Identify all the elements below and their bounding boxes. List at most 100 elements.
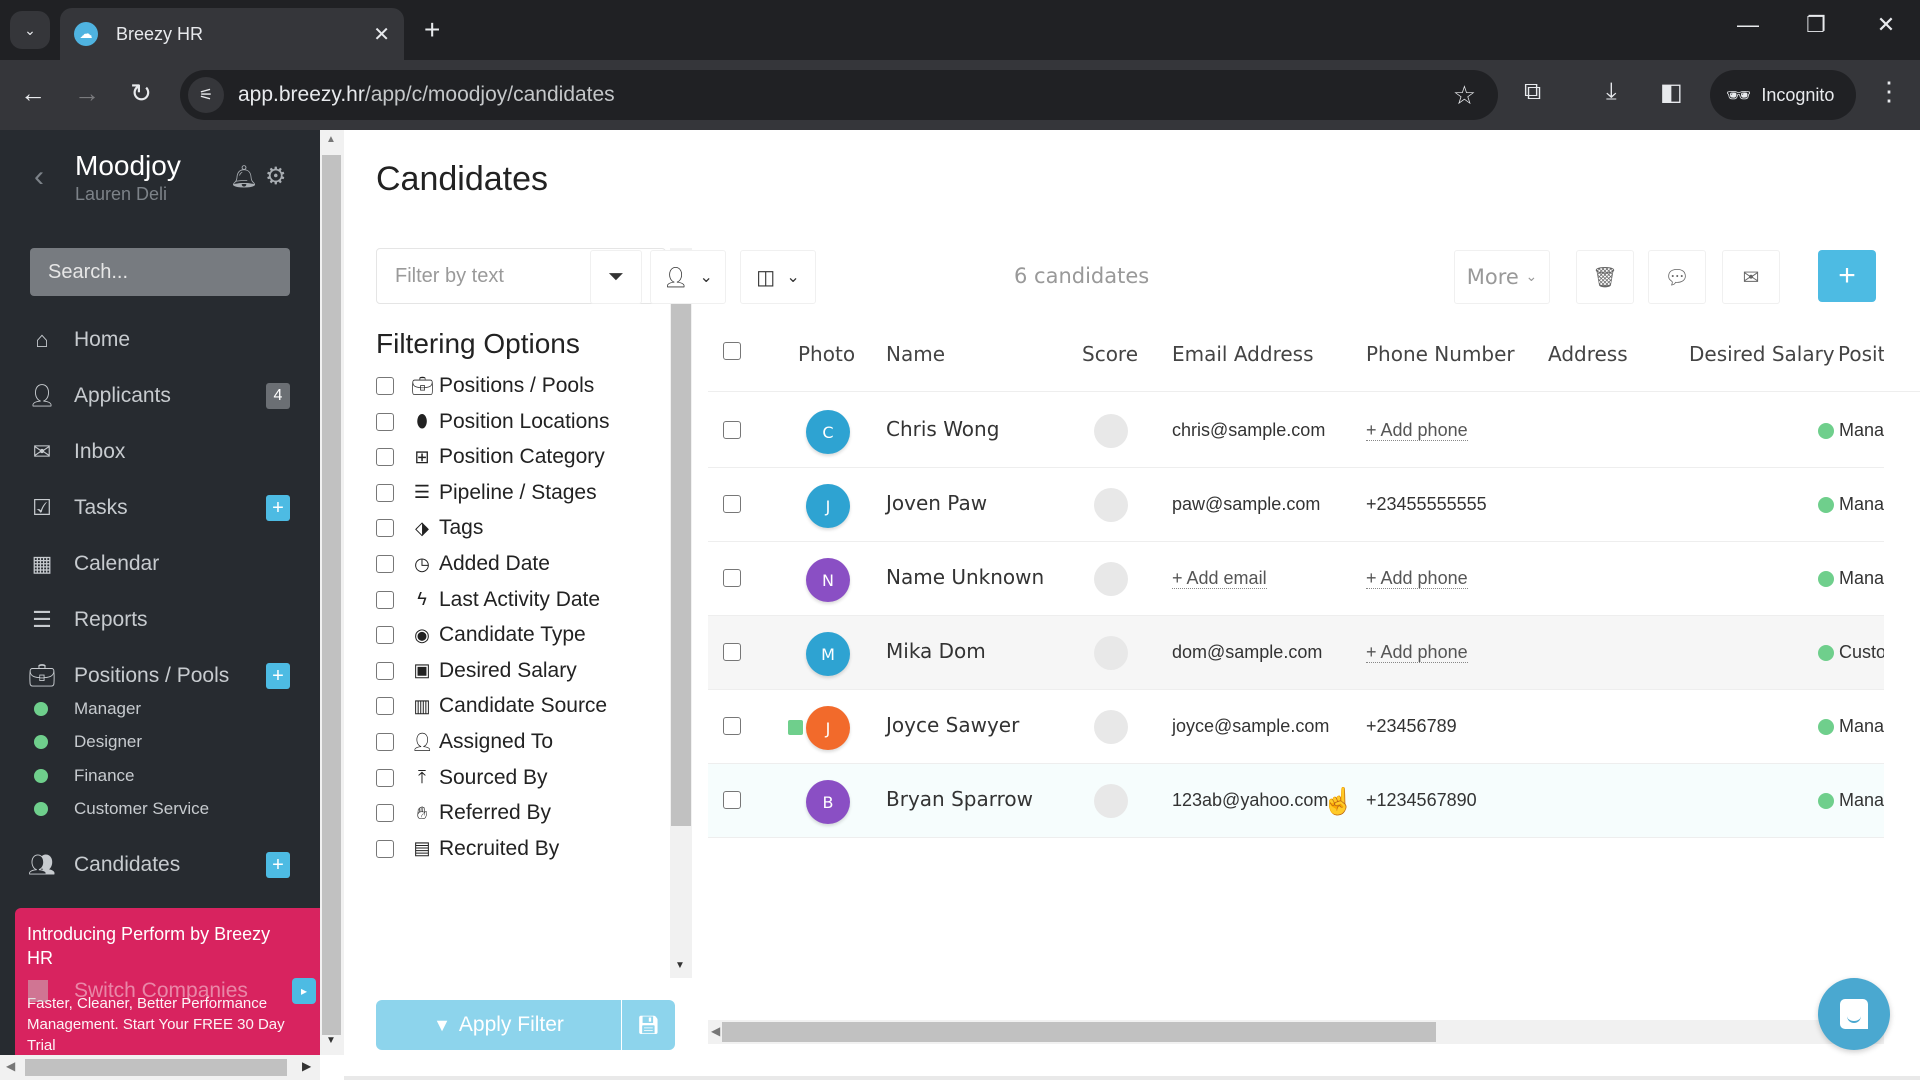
gear-icon[interactable]: ⚙ (265, 162, 287, 191)
scrollbar-thumb[interactable] (722, 1022, 1436, 1042)
score-indicator[interactable] (1094, 710, 1128, 744)
row-checkbox[interactable] (723, 791, 741, 809)
column-header-position[interactable]: Position (1838, 342, 1884, 366)
filter-option[interactable]: ☰ Pipeline / Stages (376, 477, 597, 509)
add-position-button[interactable]: + (266, 663, 290, 689)
add-task-button[interactable]: + (266, 495, 290, 521)
column-header-address[interactable]: Address (1548, 342, 1628, 366)
clear-filter-button[interactable]: ⏷ (590, 250, 642, 304)
bell-icon[interactable]: 🔔︎ (230, 164, 258, 190)
restore-button[interactable]: ❐ (1796, 12, 1836, 38)
filter-option-checkbox[interactable] (376, 697, 394, 716)
close-window-button[interactable]: ✕ (1866, 12, 1906, 38)
filter-option[interactable]: 👤︎ Assigned To (376, 726, 553, 758)
filter-option-checkbox[interactable] (376, 555, 394, 573)
column-header-name[interactable]: Name (886, 342, 945, 366)
avatar[interactable]: C (806, 410, 850, 454)
filter-option[interactable]: ◷ Added Date (376, 548, 550, 580)
filter-option[interactable]: ▤ Recruited By (376, 833, 559, 865)
extensions-icon[interactable]: ⧉ (1524, 78, 1541, 106)
filter-option[interactable]: ✋︎ Referred By (376, 797, 551, 829)
sidebar-item-reports[interactable]: ☰ Reports (28, 600, 290, 640)
sidebar-horizontal-scrollbar[interactable]: ◀ ▶ (0, 1055, 320, 1080)
filter-option-checkbox[interactable] (376, 519, 394, 538)
score-indicator[interactable] (1094, 414, 1128, 448)
save-filter-button[interactable]: 💾︎ (622, 1000, 675, 1050)
filter-option[interactable]: ▥ Candidate Source (376, 690, 607, 722)
more-dropdown[interactable]: More ⌄ (1454, 250, 1550, 304)
column-header-score[interactable]: Score (1082, 342, 1138, 366)
add-phone-link[interactable]: + Add phone (1366, 420, 1468, 441)
sidebar-item-candidates[interactable]: 👥︎ Candidates + (28, 845, 290, 885)
add-phone-link[interactable]: + Add phone (1366, 642, 1468, 663)
scroll-up-arrow-icon[interactable]: ▲ (326, 134, 336, 145)
scrollbar-thumb[interactable] (322, 155, 341, 1035)
candidate-name[interactable]: Joven Paw (886, 491, 987, 515)
apply-filter-button[interactable]: ▼ Apply Filter (376, 1000, 621, 1050)
tab-search-button[interactable]: ⌄ (10, 11, 50, 49)
address-bar[interactable]: ⚟ app.breezy.hr/app/c/moodjoy/candidates… (180, 70, 1498, 120)
sidebar-item-tasks[interactable]: ☑ Tasks + (28, 488, 290, 528)
filter-option[interactable]: ⤒ Sourced By (376, 762, 548, 794)
filter-option-checkbox[interactable] (376, 804, 394, 823)
sidebar-position-customer-service[interactable]: Customer Service (34, 795, 209, 823)
row-checkbox[interactable] (723, 717, 741, 735)
row-checkbox[interactable] (723, 569, 741, 587)
sidebar-item-home[interactable]: ⌂ Home (28, 320, 290, 360)
column-header-phone[interactable]: Phone Number (1366, 342, 1515, 366)
filter-option-checkbox[interactable] (376, 377, 394, 395)
switch-companies-item[interactable]: Switch Companies ▸ (28, 978, 316, 1004)
candidate-name[interactable]: Bryan Sparrow (886, 787, 1033, 811)
switch-companies-arrow-button[interactable]: ▸ (292, 978, 316, 1004)
url-text[interactable]: app.breezy.hr/app/c/moodjoy/candidates (238, 83, 1453, 107)
sidebar-position-manager[interactable]: Manager (34, 695, 141, 723)
filter-option-checkbox[interactable] (376, 626, 394, 645)
table-row[interactable]: M Mika Dom dom@sample.com + Add phone Custom… (708, 616, 1884, 690)
filter-option[interactable]: ϟ Last Activity Date (376, 584, 600, 616)
avatar[interactable]: J (806, 484, 850, 528)
filter-option-checkbox[interactable] (376, 483, 394, 502)
row-checkbox[interactable] (723, 495, 741, 513)
table-row[interactable]: N Name Unknown + Add email + Add phone Manag… (708, 542, 1884, 616)
sidebar-position-finance[interactable]: Finance (34, 762, 134, 790)
scrollbar-thumb[interactable] (671, 272, 691, 826)
scroll-down-arrow-icon[interactable]: ▼ (675, 960, 685, 971)
side-panel-icon[interactable]: ◧ (1660, 78, 1683, 107)
table-row[interactable]: B Bryan Sparrow 123ab@yahoo.com +1234567890… (708, 764, 1884, 838)
candidate-name[interactable]: Mika Dom (886, 639, 986, 663)
filter-option-checkbox[interactable] (376, 448, 394, 467)
support-chat-button[interactable] (1818, 978, 1890, 1050)
site-info-icon[interactable]: ⚟ (188, 77, 224, 113)
filter-option-checkbox[interactable] (376, 590, 394, 609)
minimize-button[interactable]: — (1728, 12, 1768, 38)
filter-option[interactable]: ⬮ Position Locations (376, 406, 609, 438)
scrollbar-thumb[interactable] (25, 1059, 287, 1076)
columns-view-dropdown[interactable]: ◫ ⌄ (740, 250, 816, 304)
candidate-position[interactable]: Customer Service (1839, 642, 1884, 663)
browser-tab[interactable]: ☁ Breezy HR ✕ (60, 8, 404, 60)
download-icon[interactable]: ⤓ (1606, 78, 1617, 106)
back-button[interactable]: ← (16, 78, 50, 109)
filter-option-checkbox[interactable] (376, 661, 394, 680)
sidebar-item-inbox[interactable]: ✉ Inbox (28, 432, 290, 472)
column-header-photo[interactable]: Photo (798, 342, 855, 366)
score-indicator[interactable] (1094, 784, 1128, 818)
candidate-name[interactable]: Joyce Sawyer (886, 713, 1019, 737)
add-phone-link[interactable]: + Add phone (1366, 568, 1468, 589)
scroll-left-arrow-icon[interactable]: ◀ (6, 1059, 15, 1073)
select-all-checkbox[interactable] (723, 342, 741, 360)
message-button[interactable]: 💬︎ (1648, 250, 1706, 304)
candidate-position[interactable]: Manager (1839, 420, 1884, 441)
column-header-desired-salary[interactable]: Desired Salary (1689, 342, 1835, 366)
score-indicator[interactable] (1094, 636, 1128, 670)
filter-option[interactable]: ⬗ Tags (376, 512, 483, 544)
candidate-position[interactable]: Manager (1839, 790, 1884, 811)
avatar[interactable]: J (806, 706, 850, 750)
add-email-link[interactable]: + Add email (1172, 568, 1267, 589)
bookmark-star-icon[interactable]: ☆ (1453, 80, 1476, 111)
filter-option[interactable]: ▣ Desired Salary (376, 655, 577, 687)
sidebar-item-calendar[interactable]: ▦ Calendar (28, 544, 290, 584)
filter-panel-scrollbar[interactable]: ▲ ▼ (670, 248, 692, 978)
candidate-name[interactable]: Chris Wong (886, 417, 999, 441)
column-header-email[interactable]: Email Address (1172, 342, 1314, 366)
